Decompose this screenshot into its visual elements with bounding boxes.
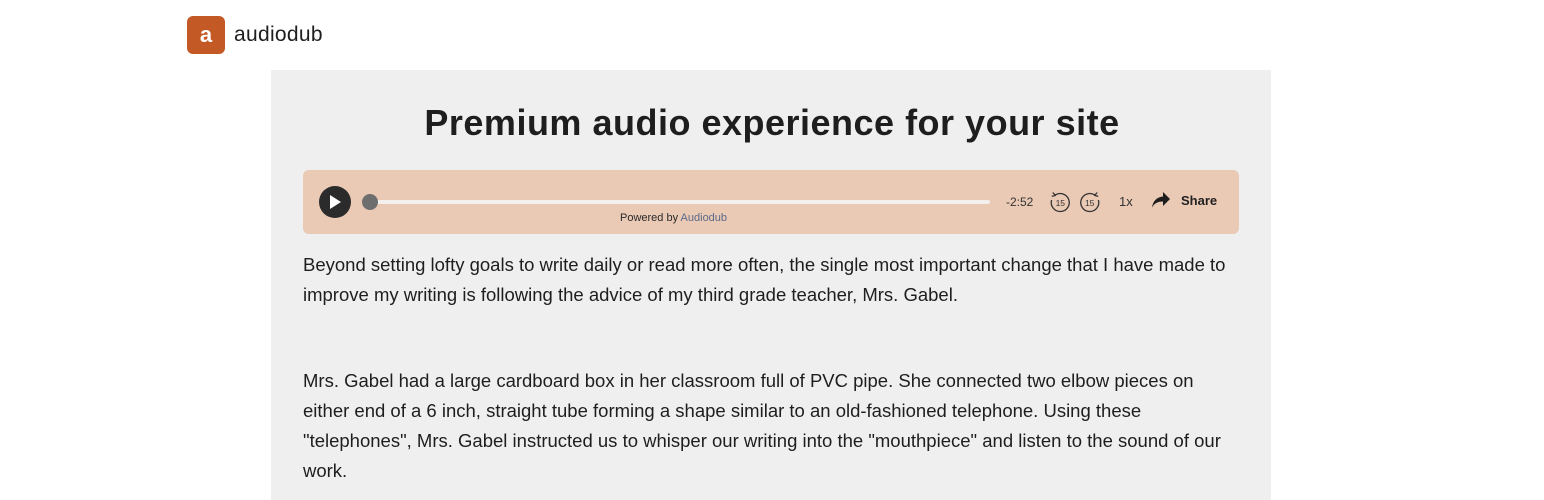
play-button[interactable] — [319, 186, 351, 218]
rewind-15-label: 15 — [1056, 198, 1066, 208]
page-title: Premium audio experience for your site — [424, 102, 1120, 143]
powered-by-link[interactable]: Audiodub — [681, 212, 728, 224]
audio-player: Powered by Audiodub -2:52 15 15 1x Share — [303, 170, 1239, 234]
brand-header[interactable]: a audiodub — [187, 16, 323, 54]
playback-speed-button[interactable]: 1x — [1119, 194, 1133, 209]
share-arrow-icon — [1152, 192, 1170, 208]
play-icon — [330, 195, 341, 209]
forward-15-label: 15 — [1085, 198, 1095, 208]
powered-by-text: Powered by — [620, 212, 679, 224]
article-paragraph-1: Beyond setting lofty goals to write dail… — [303, 254, 1226, 305]
progress-handle[interactable] — [362, 194, 378, 210]
rewind-15-button[interactable]: 15 — [1048, 190, 1072, 214]
forward-15-button[interactable]: 15 — [1078, 190, 1102, 214]
powered-by: Powered by Audiodub — [620, 212, 727, 224]
share-button[interactable]: Share — [1151, 191, 1217, 209]
share-label: Share — [1181, 192, 1218, 208]
brand-name: audiodub — [234, 23, 323, 46]
logo-icon: a — [187, 16, 225, 54]
article-paragraph-2: Mrs. Gabel had a large cardboard box in … — [303, 370, 1221, 481]
time-remaining: -2:52 — [1006, 195, 1034, 209]
progress-track[interactable] — [363, 200, 990, 204]
